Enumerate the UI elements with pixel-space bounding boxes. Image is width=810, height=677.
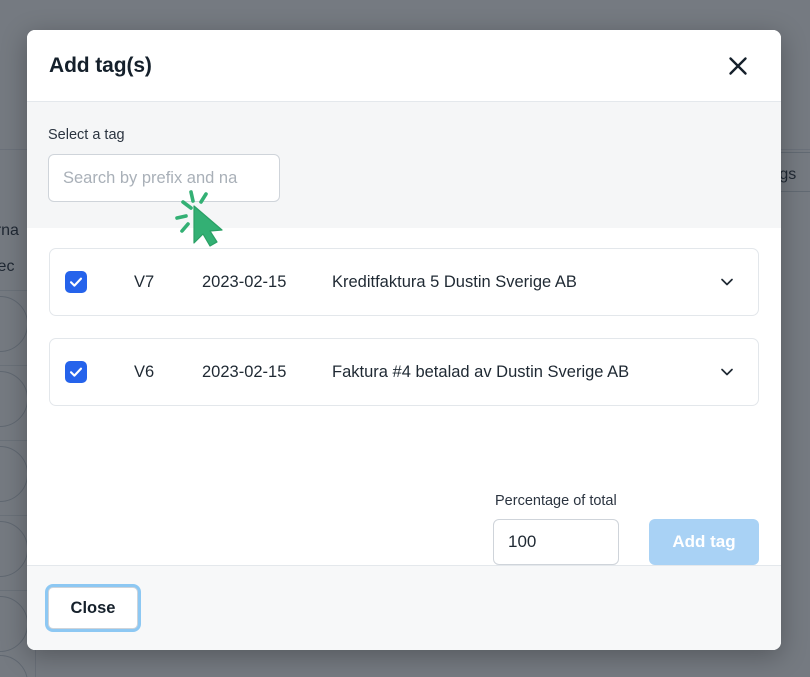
tag-prefix: V6 [134, 363, 202, 382]
page-root: tags ourna Rec Add tag(s) [0, 0, 810, 677]
add-tag-button[interactable]: Add tag [649, 519, 759, 565]
chevron-down-icon[interactable] [715, 270, 739, 294]
tag-name: Kreditfaktura 5 Dustin Sverige AB [332, 273, 715, 292]
tag-checkbox[interactable] [65, 271, 87, 293]
tag-list: V7 2023-02-15 Kreditfaktura 5 Dustin Sve… [27, 228, 781, 428]
tag-name: Faktura #4 betalad av Dustin Sverige AB [332, 363, 715, 382]
chevron-down-icon[interactable] [715, 360, 739, 384]
percentage-section: Percentage of total Add tag [27, 428, 781, 565]
search-input[interactable] [48, 154, 280, 202]
tag-date: 2023-02-15 [202, 363, 324, 382]
percentage-input[interactable] [493, 519, 619, 565]
table-row[interactable]: V7 2023-02-15 Kreditfaktura 5 Dustin Sve… [49, 248, 759, 316]
select-a-tag-label: Select a tag [48, 127, 781, 143]
close-icon [727, 55, 749, 77]
modal-footer: Close [27, 565, 781, 650]
tag-search-section: Select a tag [27, 102, 781, 228]
close-button[interactable]: Close [48, 587, 138, 629]
close-icon-button[interactable] [721, 49, 755, 83]
modal-header: Add tag(s) [27, 30, 781, 102]
add-tags-modal: Add tag(s) Select a tag [27, 30, 781, 650]
tag-date: 2023-02-15 [202, 273, 324, 292]
tag-checkbox[interactable] [65, 361, 87, 383]
percentage-group: Percentage of total [493, 493, 619, 565]
table-row[interactable]: V6 2023-02-15 Faktura #4 betalad av Dust… [49, 338, 759, 406]
percentage-label: Percentage of total [495, 493, 619, 509]
tag-prefix: V7 [134, 273, 202, 292]
modal-title: Add tag(s) [49, 54, 152, 78]
